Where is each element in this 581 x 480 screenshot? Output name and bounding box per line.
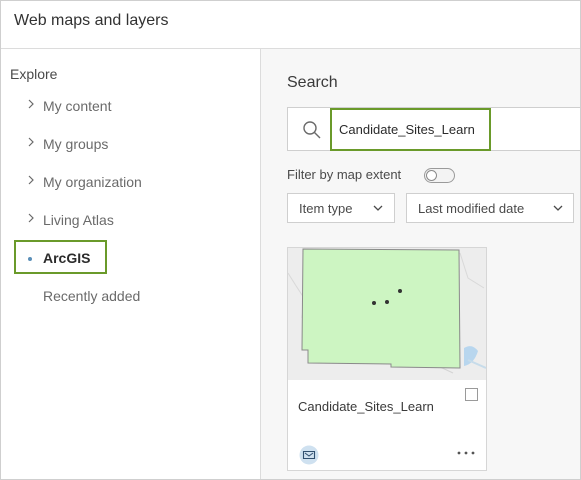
more-options-icon[interactable] — [455, 445, 477, 461]
sidebar-item-label: ArcGIS — [43, 250, 91, 266]
sidebar-item-label: Recently added — [43, 288, 141, 304]
result-title: Candidate_Sites_Learn — [298, 399, 434, 414]
web-maps-and-layers-panel: Web maps and layers Explore My content M… — [0, 0, 581, 480]
sidebar-item-my-content[interactable]: My content — [13, 90, 253, 122]
sidebar-item-living-atlas[interactable]: Living Atlas — [13, 204, 253, 236]
dropdown-label: Item type — [299, 201, 353, 216]
sidebar-item-recently-added[interactable]: Recently added — [13, 280, 253, 312]
sidebar-item-my-organization[interactable]: My organization — [13, 166, 253, 198]
result-card[interactable]: Candidate_Sites_Learn — [287, 247, 487, 471]
dropdown-label: Last modified date — [418, 201, 525, 216]
map-thumbnail — [288, 248, 486, 380]
search-input[interactable]: Candidate_Sites_Learn — [330, 108, 491, 151]
chevron-down-icon — [373, 205, 383, 211]
chevron-right-icon — [28, 99, 34, 109]
site-point — [372, 301, 376, 305]
sidebar-item-label: My content — [43, 98, 112, 114]
search-panel: Search Candidate_Sites_Learn Filter by m… — [261, 49, 580, 479]
filter-by-map-extent-toggle[interactable] — [424, 168, 455, 183]
sidebar-item-arcgis[interactable]: ArcGIS — [14, 240, 107, 274]
explore-sidebar: Explore My content My groups My organiza… — [1, 49, 261, 479]
search-input-value: Candidate_Sites_Learn — [339, 122, 475, 137]
result-select-checkbox[interactable] — [465, 388, 478, 401]
sidebar-item-label: My groups — [43, 136, 109, 152]
toggle-knob — [426, 170, 437, 181]
panel-title: Web maps and layers — [14, 12, 169, 29]
site-point — [385, 300, 389, 304]
candidate-sites-polygon — [301, 248, 461, 369]
site-point — [398, 289, 402, 293]
selected-dot-icon — [28, 257, 32, 261]
explore-heading: Explore — [10, 66, 58, 82]
filter-by-map-extent-label: Filter by map extent — [287, 167, 402, 182]
search-icon — [303, 121, 321, 139]
search-heading: Search — [287, 74, 338, 91]
last-modified-date-dropdown[interactable]: Last modified date — [406, 193, 574, 223]
sidebar-item-label: Living Atlas — [43, 212, 114, 228]
panel-header: Web maps and layers — [1, 1, 580, 49]
sidebar-item-label: My organization — [43, 174, 142, 190]
item-type-dropdown[interactable]: Item type — [287, 193, 395, 223]
chevron-right-icon — [28, 175, 34, 185]
sidebar-item-my-groups[interactable]: My groups — [13, 128, 253, 160]
chevron-right-icon — [28, 213, 34, 223]
chevron-right-icon — [28, 137, 34, 147]
chevron-down-icon — [553, 205, 563, 211]
map-layer-icon — [299, 445, 319, 465]
